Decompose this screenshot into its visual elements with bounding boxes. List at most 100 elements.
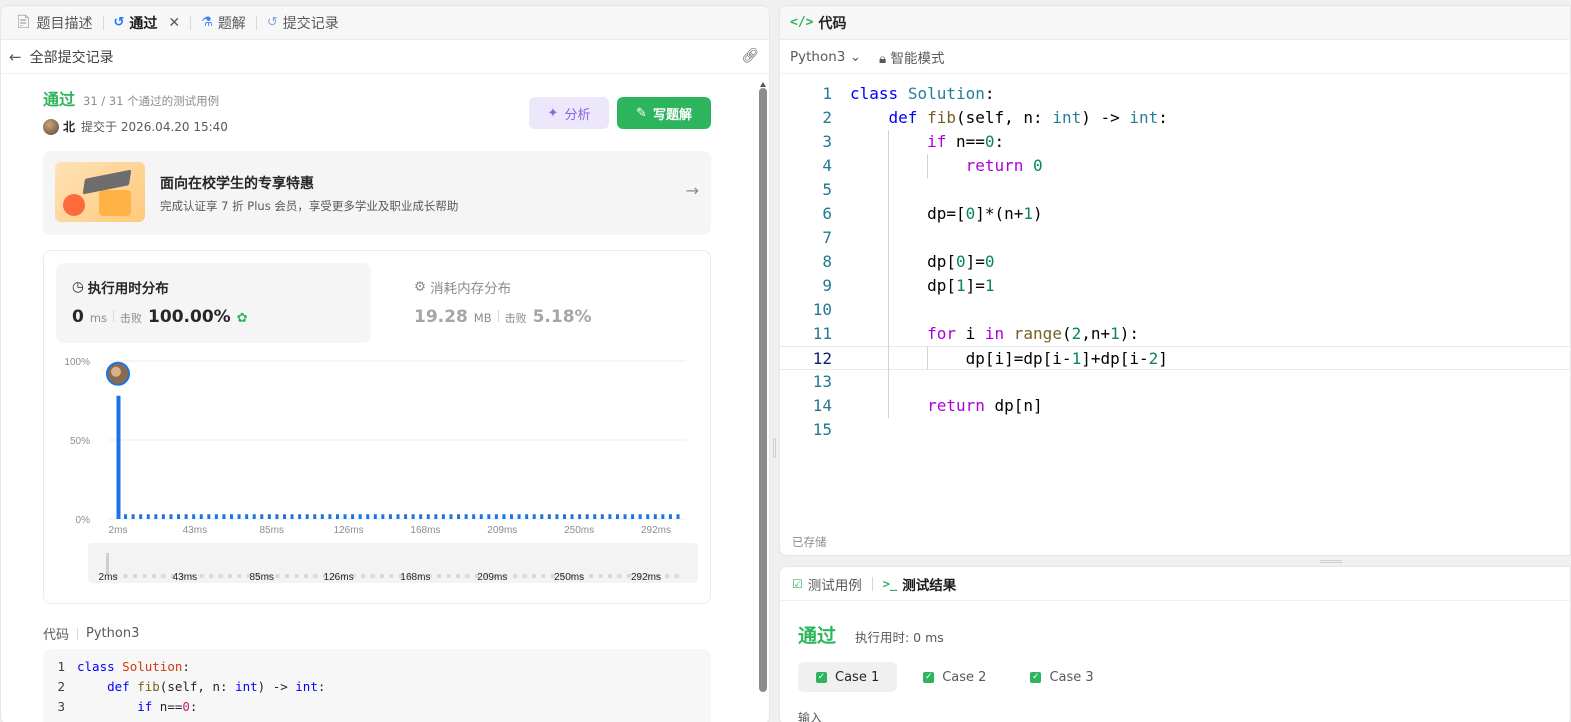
runtime-distribution-chart[interactable]: 100% 50% 0% 2ms 43ms 85ms 126ms 168ms 209ms 250ms…	[56, 353, 700, 593]
editor-line[interactable]: 11 for i in range(2,n+1):	[780, 322, 1570, 346]
line-number: 7	[822, 228, 832, 247]
editor-line[interactable]: 13	[780, 370, 1570, 394]
line-text: for i in range(2,n+1):	[927, 324, 1140, 343]
chart-bar	[388, 514, 392, 519]
overview-tick-label: 292ms	[631, 572, 661, 583]
memory-unit: MB	[473, 311, 492, 325]
chart-bar	[116, 395, 121, 519]
horizontal-resize-handle[interactable]	[1320, 560, 1342, 563]
x-tick-label: 85ms	[259, 525, 283, 536]
beat-label: 击败	[120, 312, 143, 325]
check-icon: ✓	[1030, 671, 1042, 683]
back-bar: ← 全部提交记录 🔗︎	[1, 40, 769, 74]
username[interactable]: 北	[63, 118, 75, 135]
chart-bar	[623, 514, 627, 519]
editor-line[interactable]: 12 dp[i]=dp[i-1]+dp[i-2]	[780, 346, 1570, 370]
overview-tick-label: 250ms	[554, 572, 584, 583]
tab-accepted[interactable]: ↺ 通过 ✕	[108, 6, 187, 40]
editor-line[interactable]: 6 dp=[0]*(n+1)	[780, 202, 1570, 226]
arrow-right-icon[interactable]: →	[686, 181, 699, 200]
editor-line[interactable]: 2 def fib(self, n: int) -> int:	[780, 106, 1570, 130]
editor-line[interactable]: 15	[780, 418, 1570, 442]
line-text: return 0	[965, 156, 1043, 175]
chart-bar	[373, 514, 377, 519]
tab-solutions[interactable]: ⚗ 题解	[195, 6, 252, 40]
promo-subtitle: 完成认证享 7 折 Plus 会员，享受更多学业及职业成长帮助	[160, 199, 459, 213]
link-icon[interactable]: 🔗︎	[741, 48, 759, 64]
result-status: 通过	[798, 625, 837, 647]
overview-bar	[304, 574, 308, 578]
chart-bar	[222, 514, 226, 519]
arrow-left-icon[interactable]: ←	[9, 48, 22, 66]
editor-line[interactable]: 3 if n==0:	[780, 130, 1570, 154]
chart-bar	[131, 514, 135, 519]
overview-bar	[389, 574, 394, 578]
chart-bar	[608, 514, 612, 519]
chart-bar	[351, 514, 355, 519]
editor-line[interactable]: 4 return 0	[780, 154, 1570, 178]
language-select[interactable]: Python3 ⌄	[790, 49, 861, 65]
terminal-icon: >_	[882, 576, 898, 591]
overview-tick-label: 168ms	[400, 572, 430, 583]
memory-title: 消耗内存分布	[430, 281, 512, 297]
scroll-up-arrow[interactable]	[760, 82, 766, 87]
editor-line[interactable]: 8 dp[0]=0	[780, 250, 1570, 274]
submit-time: 提交于 2026.04.20 15:40	[81, 120, 228, 134]
editor-line[interactable]: 7	[780, 226, 1570, 250]
chart-bar	[260, 514, 264, 519]
overview-bar	[133, 574, 137, 578]
indent-guide	[888, 130, 890, 418]
runtime-beat: 100.00%	[148, 307, 231, 327]
overview-bar	[532, 574, 536, 578]
editor-line[interactable]: 9 dp[1]=1	[780, 274, 1570, 298]
memory-card[interactable]: ⚙ 消耗内存分布 19.28 MB 击败 5.18%	[398, 263, 698, 343]
line-text: dp=[0]*(n+1)	[850, 204, 1043, 223]
case-tab-3[interactable]: ✓ Case 3	[1012, 662, 1111, 692]
overview-bar	[152, 574, 156, 578]
chart-bar	[464, 514, 468, 519]
overview-bar	[161, 574, 166, 578]
avatar[interactable]	[43, 118, 59, 135]
editor-line[interactable]: 1 class Solution:	[780, 82, 1570, 106]
overview-bar	[142, 574, 147, 578]
editor-line[interactable]: 14 return dp[n]	[780, 394, 1570, 418]
tab-testcases[interactable]: ☑ 测试用例	[792, 574, 862, 594]
overview-bar	[275, 574, 280, 578]
smart-mode-toggle[interactable]: 🔒︎ 智能模式	[879, 47, 944, 67]
analyze-button[interactable]: ✦ 分析	[529, 97, 609, 129]
submission-content: 通过 31 / 31 个通过的测试用例 北 提交于 2026.04.20 15:…	[43, 86, 711, 722]
chevron-down-icon: ⌄	[849, 48, 861, 65]
back-link[interactable]: 全部提交记录	[30, 47, 114, 67]
student-promo-banner[interactable]: 面向在校学生的专享特惠 完成认证享 7 折 Plus 会员，享受更多学业及职业成…	[43, 151, 711, 235]
tab-description[interactable]: 📄︎ 题目描述	[9, 6, 99, 40]
editor-line[interactable]: 5	[780, 178, 1570, 202]
overview-bar	[199, 574, 204, 578]
tab-submissions[interactable]: ↺ 提交记录	[261, 6, 345, 40]
editor-line[interactable]: 10	[780, 298, 1570, 322]
chart-bar	[525, 514, 529, 519]
code-line: 1 class Solution:	[57, 659, 190, 674]
chart-bar	[237, 514, 241, 519]
beat-label: 击败	[504, 312, 527, 325]
case-tab-1[interactable]: ✓ Case 1	[798, 662, 898, 692]
x-tick-label: 43ms	[183, 525, 207, 536]
line-number: 8	[822, 252, 832, 271]
y-tick-label: 0%	[76, 515, 91, 526]
tab-separator	[190, 15, 192, 30]
tab-test-result[interactable]: >_ 测试结果	[883, 574, 956, 594]
write-solution-button[interactable]: ✎ 写题解	[617, 97, 711, 129]
close-icon[interactable]: ✕	[168, 15, 180, 31]
runtime-card[interactable]: ◷ 执行用时分布 0 ms 击败 100.00% ✿	[56, 263, 371, 343]
tab-separator	[255, 15, 257, 30]
vertical-resize-handle[interactable]	[773, 438, 776, 458]
overview-bar	[313, 574, 318, 578]
clap-icon: ✿	[236, 311, 248, 326]
chart-bar	[472, 514, 476, 519]
chart-bar	[646, 514, 650, 519]
left-scrollbar[interactable]	[759, 88, 767, 692]
code-editor[interactable]: 1 class Solution: 2 def fib(self, n: int) …	[780, 82, 1570, 442]
chart-bar	[366, 514, 370, 519]
chart-bar	[305, 514, 309, 519]
case-tab-2[interactable]: ✓ Case 2	[905, 662, 1004, 692]
chart-bar	[245, 514, 249, 519]
